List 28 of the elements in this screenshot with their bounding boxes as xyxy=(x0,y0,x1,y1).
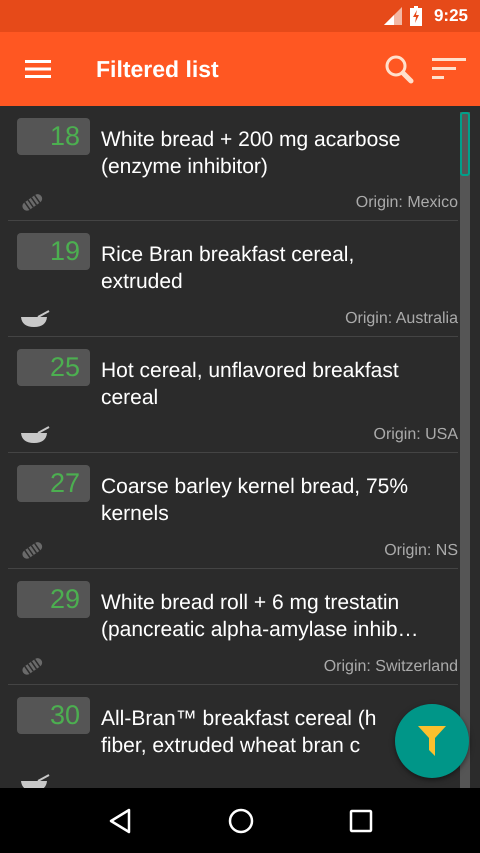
signal-icon xyxy=(384,7,402,25)
clock: 9:25 xyxy=(434,6,468,26)
food-title[interactable]: White bread roll + 6 mg trestatin (pancreatic alpha-amylase inhib… xyxy=(101,589,431,643)
food-title[interactable]: Rice Bran breakfast cereal, extruded xyxy=(101,241,431,295)
sort-icon[interactable] xyxy=(432,58,466,80)
score-badge: 18 xyxy=(17,118,90,155)
toolbar-title: Filtered list xyxy=(96,56,220,82)
back-icon[interactable] xyxy=(107,808,134,834)
food-title[interactable]: Coarse barley kernel bread, 75% kernels xyxy=(101,473,431,527)
food-title[interactable]: White bread + 200 mg acarbose (enzyme inhibitor) xyxy=(101,126,431,180)
score-badge: 19 xyxy=(17,233,90,270)
score-badge: 25 xyxy=(17,349,90,386)
filter-icon xyxy=(418,726,446,756)
origin-label: Origin: NS xyxy=(384,542,458,560)
home-icon[interactable] xyxy=(228,808,254,834)
score-badge: 27 xyxy=(17,465,90,502)
battery-icon xyxy=(410,6,422,26)
menu-icon[interactable] xyxy=(25,60,51,78)
food-title[interactable]: Hot cereal, unflavored breakfast cereal xyxy=(101,357,431,411)
origin-label: Origin: USA xyxy=(374,426,458,444)
score-badge: 30 xyxy=(17,697,90,734)
origin-label: Origin: Switzerland xyxy=(324,658,458,676)
origin-label: Origin: Australia xyxy=(345,310,458,328)
recents-icon[interactable] xyxy=(348,808,373,832)
score-badge: 29 xyxy=(17,581,90,618)
food-title[interactable]: All-Bran™ breakfast cereal (h fiber, extruded wheat bran c xyxy=(101,705,376,759)
origin-label: Origin: Mexico xyxy=(356,194,458,212)
search-icon[interactable] xyxy=(384,54,414,84)
